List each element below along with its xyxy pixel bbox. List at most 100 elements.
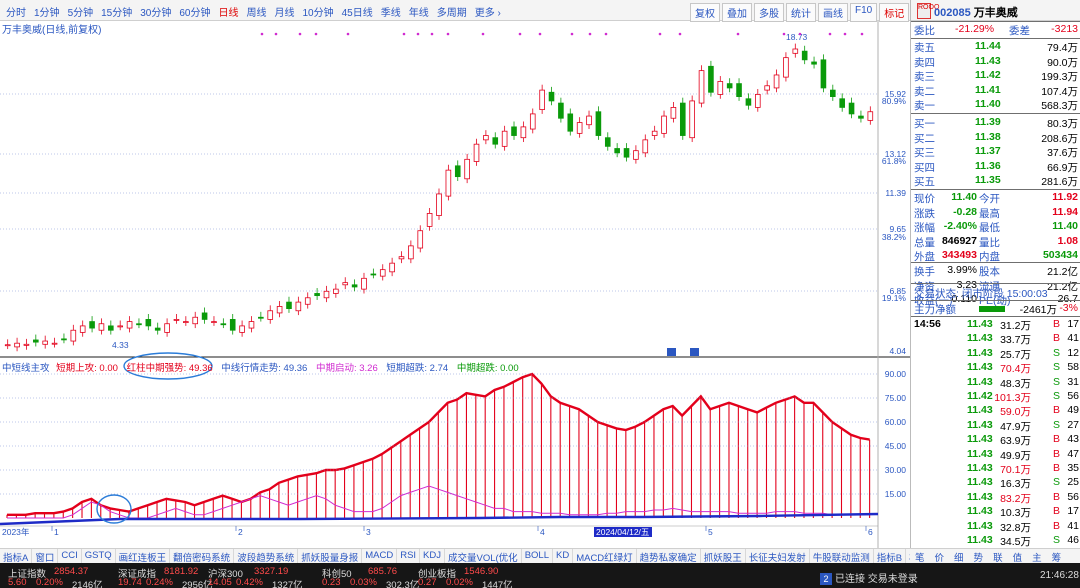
candle — [108, 325, 114, 331]
candle — [379, 269, 386, 277]
tool-button-5[interactable]: F10 — [850, 3, 878, 22]
indicator-tab-3[interactable]: GSTQ — [82, 549, 116, 563]
indicator-tab-18[interactable]: 牛股联动监测 — [810, 549, 874, 564]
indicator-tab-5[interactable]: 翻倍密码系统 — [170, 549, 235, 564]
candle — [14, 342, 20, 348]
candle — [248, 321, 255, 329]
tool-button-2[interactable]: 多股 — [754, 3, 784, 22]
index-amount: 2146亿 — [72, 580, 103, 588]
connect-status[interactable]: 2 已连接 交易未登录 — [820, 570, 918, 585]
candle — [745, 98, 752, 106]
period-tab-2[interactable]: 5分钟 — [64, 4, 98, 19]
signal-dot — [798, 32, 802, 36]
tick-row: 11.43 48.3万 S 31 — [967, 375, 1079, 390]
indicator-tab-0[interactable]: 指标A — [0, 549, 33, 564]
candle — [717, 81, 724, 95]
candle — [126, 321, 133, 329]
ind-v3: 中线行情走势: 49.36 — [221, 363, 308, 374]
period-tab-0[interactable]: 分时 — [2, 4, 30, 19]
indicator-tab-10[interactable]: KDJ — [420, 549, 445, 563]
signal-dot — [736, 32, 740, 36]
period-tab-3[interactable]: 15分钟 — [97, 4, 136, 19]
badge-2 — [690, 348, 699, 356]
candle — [314, 293, 320, 297]
candle — [173, 319, 180, 321]
period-tab-13[interactable]: 多周期 — [433, 4, 471, 19]
indicator-tab-1[interactable]: 窗口 — [32, 549, 59, 564]
index-pct: 0.03% — [350, 577, 377, 588]
candle — [708, 65, 714, 93]
bid-row: 买一 11.39 80.3万 — [914, 116, 1078, 130]
period-tab-14[interactable]: 更多 › — [471, 4, 505, 19]
period-tab-9[interactable]: 10分钟 — [299, 4, 338, 19]
tool-button-6[interactable]: 标记 — [879, 3, 910, 22]
index-amount: 302.3亿 — [386, 580, 420, 588]
panel-tab-6[interactable]: 主 — [1027, 549, 1047, 564]
month-tick: 6 — [868, 527, 873, 537]
month-tick: 5 — [708, 527, 713, 537]
indicator-tab-13[interactable]: KD — [553, 549, 574, 563]
candle — [661, 115, 667, 134]
panel-tab-5[interactable]: 值 — [1008, 549, 1028, 564]
signal-dot — [604, 32, 608, 36]
panel-tab-7[interactable]: 筹 — [1047, 549, 1067, 564]
tool-button-1[interactable]: 叠加 — [722, 3, 752, 22]
indicator-tab-7[interactable]: 抓妖股量身报 — [298, 549, 363, 564]
index-value: 1546.90 — [464, 566, 499, 577]
candle — [426, 213, 433, 227]
indicator-tab-19[interactable]: 指标B — [874, 549, 907, 564]
panel-tab-2[interactable]: 细 — [949, 549, 969, 564]
candle — [858, 115, 864, 119]
panel-tab-0[interactable]: 笔 — [910, 549, 930, 564]
candle — [239, 325, 245, 333]
candle — [614, 148, 620, 154]
tool-button-3[interactable]: 统计 — [786, 3, 816, 22]
candle — [501, 130, 508, 147]
candle — [70, 329, 77, 342]
panel-tab-1[interactable]: 价 — [930, 549, 950, 564]
period-tab-4[interactable]: 30分钟 — [136, 4, 175, 19]
indicator-tab-15[interactable]: 趋势私家确定 — [637, 549, 701, 564]
signal-dot — [416, 32, 420, 36]
indicator-tab-11[interactable]: 成交量VOL(优化 — [445, 549, 522, 564]
candle — [89, 321, 95, 329]
period-tab-1[interactable]: 1分钟 — [30, 4, 64, 19]
candle — [595, 111, 602, 136]
signal-dot — [446, 32, 450, 36]
period-tab-5[interactable]: 60分钟 — [175, 4, 214, 19]
indicator-tab-4[interactable]: 画红连板王 — [116, 549, 171, 564]
ind-tick: 30.00 — [885, 465, 907, 475]
price-tick: 4.04 — [889, 346, 906, 356]
panel-tab-3[interactable]: 势 — [969, 549, 989, 564]
quote-panel: ROOO 002085 万丰奥威 委比 -21.29% 委差 -3213 卖五 11.44… — [910, 0, 1080, 578]
stock-header: ROOO 002085 万丰奥威 — [911, 0, 1080, 21]
candle — [764, 85, 770, 91]
period-tab-8[interactable]: 月线 — [271, 4, 299, 19]
period-tab-11[interactable]: 季线 — [377, 4, 405, 19]
ind-tick: 90.00 — [885, 369, 907, 379]
indicator-tab-2[interactable]: CCI — [58, 549, 82, 563]
indicator-tab-16[interactable]: 抓妖股王 — [701, 549, 746, 564]
period-tab-6[interactable]: 日线 — [215, 4, 243, 19]
panel-tab-4[interactable]: 联 — [988, 549, 1008, 564]
indicator-tab-8[interactable]: MACD — [362, 549, 398, 563]
signal-dot — [260, 32, 264, 36]
candle — [689, 100, 695, 139]
candle — [79, 325, 86, 333]
candle — [258, 316, 264, 319]
indicator-tab-6[interactable]: 波段趋势系统 — [234, 549, 299, 564]
candle — [567, 113, 574, 132]
indicator-lines — [0, 372, 879, 526]
tool-button-0[interactable]: 复权 — [690, 3, 720, 22]
tool-button-4[interactable]: 画线 — [818, 3, 848, 22]
period-tab-7[interactable]: 周线 — [243, 4, 271, 19]
kline-chart[interactable]: 18.734.33 15.9213.1211.399.656.854.0480.… — [0, 21, 910, 548]
period-tab-10[interactable]: 45日线 — [338, 4, 377, 19]
quote-row: 涨跌 -0.28 最高 11.94 — [914, 205, 1078, 220]
period-tab-12[interactable]: 年线 — [405, 4, 433, 19]
indicator-tab-17[interactable]: 长征夫妇发射 — [746, 549, 810, 564]
indicator-tab-9[interactable]: RSI — [397, 549, 421, 563]
indicator-tab-14[interactable]: MACD红绿灯 — [573, 549, 637, 564]
indicator-tab-12[interactable]: BOLL — [522, 549, 553, 563]
index-pct: 0.42% — [236, 577, 263, 588]
